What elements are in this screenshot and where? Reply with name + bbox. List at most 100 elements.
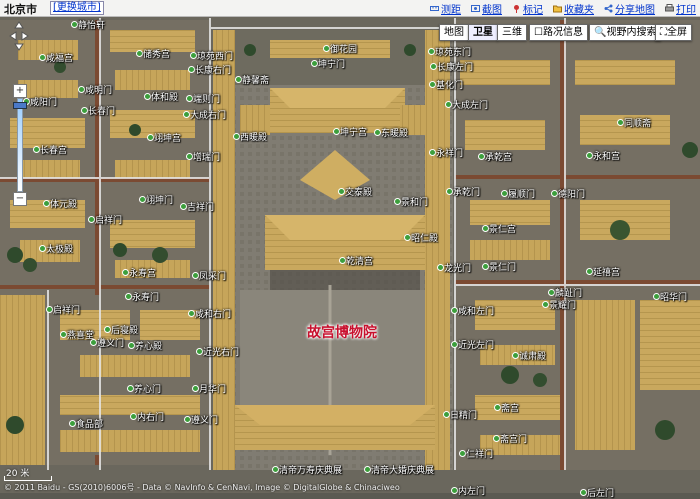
- view-search-button[interactable]: 🔍视野内搜索: [589, 24, 662, 41]
- poi-label[interactable]: 储秀宫: [143, 47, 170, 60]
- poi-label[interactable]: 仁祥门: [466, 447, 493, 460]
- poi-label[interactable]: 长春门: [88, 104, 115, 117]
- poi-label[interactable]: 德阳门: [558, 187, 585, 200]
- pan-up-icon[interactable]: [14, 21, 24, 29]
- zoom-slider-track[interactable]: [17, 98, 23, 192]
- poi-label[interactable]: 内右门: [137, 410, 164, 423]
- screenshot-tool[interactable]: 截图: [471, 1, 502, 16]
- poi-label[interactable]: 承乾门: [453, 185, 480, 198]
- measure-tool[interactable]: 测距: [430, 1, 461, 16]
- poi-label[interactable]: 增瑞门: [193, 150, 220, 163]
- poi-marker-icon[interactable]: [586, 152, 593, 159]
- poi-marker-icon[interactable]: [512, 352, 519, 359]
- poi-marker-icon[interactable]: [482, 225, 489, 232]
- poi-marker-icon[interactable]: [81, 107, 88, 114]
- poi-label[interactable]: 昭华门: [660, 290, 687, 303]
- poi-marker-icon[interactable]: [430, 63, 437, 70]
- poi-marker-icon[interactable]: [139, 196, 146, 203]
- poi-label[interactable]: 斋宫门: [500, 432, 527, 445]
- map-type-map[interactable]: 地图: [439, 24, 469, 41]
- poi-marker-icon[interactable]: [501, 190, 508, 197]
- poi-label[interactable]: 昭仁殿: [411, 231, 438, 244]
- poi-marker-icon[interactable]: [394, 198, 401, 205]
- poi-label[interactable]: 承乾宫: [485, 150, 512, 163]
- poi-marker-icon[interactable]: [186, 95, 193, 102]
- poi-label[interactable]: 长康左门: [437, 60, 473, 73]
- poi-label[interactable]: 咸和左门: [458, 304, 494, 317]
- poi-label[interactable]: 同顺斋: [624, 116, 651, 129]
- poi-marker-icon[interactable]: [122, 269, 129, 276]
- poi-marker-icon[interactable]: [617, 119, 624, 126]
- poi-label[interactable]: 体和殿: [151, 90, 178, 103]
- poi-marker-icon[interactable]: [46, 306, 53, 313]
- poi-label[interactable]: 长春宫: [40, 143, 67, 156]
- poi-marker-icon[interactable]: [586, 268, 593, 275]
- poi-label[interactable]: 坤宁门: [318, 57, 345, 70]
- poi-label[interactable]: 吉祥门: [187, 200, 214, 213]
- poi-label[interactable]: 近光左门: [458, 338, 494, 351]
- poi-label[interactable]: 履顺门: [508, 187, 535, 200]
- poi-label[interactable]: 太极殿: [46, 242, 73, 255]
- map-type-3d[interactable]: 三维: [497, 24, 527, 41]
- zoom-out-button[interactable]: −: [13, 192, 27, 206]
- pan-right-icon[interactable]: [21, 31, 29, 41]
- poi-label[interactable]: 延禧宫: [593, 265, 620, 278]
- mark-tool[interactable]: 标记: [512, 1, 543, 16]
- poi-marker-icon[interactable]: [445, 101, 452, 108]
- poi-marker-icon[interactable]: [542, 301, 549, 308]
- poi-label[interactable]: 乾清宫: [346, 254, 373, 267]
- poi-marker-icon[interactable]: [272, 466, 279, 473]
- poi-label[interactable]: 咸阳门: [30, 95, 57, 108]
- poi-marker-icon[interactable]: [39, 245, 46, 252]
- poi-label[interactable]: 近光右门: [203, 345, 239, 358]
- poi-label[interactable]: 体元殿: [50, 197, 77, 210]
- poi-label[interactable]: 景仁宫: [489, 222, 516, 235]
- poi-marker-icon[interactable]: [451, 341, 458, 348]
- poi-label[interactable]: 翊坤宫: [154, 131, 181, 144]
- poi-marker-icon[interactable]: [494, 404, 501, 411]
- poi-label[interactable]: 食品部: [76, 417, 103, 430]
- poi-label[interactable]: 御花园: [330, 42, 357, 55]
- poi-marker-icon[interactable]: [180, 203, 187, 210]
- poi-marker-icon[interactable]: [451, 307, 458, 314]
- poi-marker-icon[interactable]: [136, 50, 143, 57]
- poi-label[interactable]: 清帝万寿庆典展: [279, 463, 342, 476]
- zoom-in-button[interactable]: +: [13, 84, 27, 98]
- poi-label[interactable]: 静怡轩: [78, 18, 105, 31]
- poi-label[interactable]: 月华门: [199, 382, 226, 395]
- poi-marker-icon[interactable]: [104, 326, 111, 333]
- poi-marker-icon[interactable]: [428, 48, 435, 55]
- poi-label[interactable]: 诚肃殿: [519, 349, 546, 362]
- poi-marker-icon[interactable]: [333, 128, 340, 135]
- poi-label[interactable]: 永和宫: [593, 149, 620, 162]
- poi-marker-icon[interactable]: [429, 149, 436, 156]
- poi-marker-icon[interactable]: [493, 435, 500, 442]
- poi-label[interactable]: 龙光门: [444, 261, 471, 274]
- poi-label[interactable]: 永祥门: [436, 146, 463, 159]
- poi-marker-icon[interactable]: [184, 416, 191, 423]
- palace-museum-label[interactable]: 故宫博物院: [307, 322, 377, 342]
- poi-marker-icon[interactable]: [233, 133, 240, 140]
- poi-label[interactable]: 端则门: [193, 92, 220, 105]
- poi-marker-icon[interactable]: [43, 200, 50, 207]
- poi-marker-icon[interactable]: [183, 111, 190, 118]
- poi-label[interactable]: 咸和右门: [195, 307, 231, 320]
- poi-marker-icon[interactable]: [39, 54, 46, 61]
- poi-marker-icon[interactable]: [188, 310, 195, 317]
- poi-marker-icon[interactable]: [127, 385, 134, 392]
- poi-marker-icon[interactable]: [190, 52, 197, 59]
- poi-label[interactable]: 遵义门: [97, 336, 124, 349]
- poi-marker-icon[interactable]: [33, 146, 40, 153]
- traffic-button[interactable]: ☐路况信息: [529, 24, 588, 41]
- poi-label[interactable]: 琼苑东门: [435, 45, 471, 58]
- pan-control[interactable]: [8, 20, 30, 64]
- poi-marker-icon[interactable]: [78, 86, 85, 93]
- poi-label[interactable]: 咸福宫: [46, 51, 73, 64]
- poi-marker-icon[interactable]: [186, 153, 193, 160]
- poi-marker-icon[interactable]: [311, 60, 318, 67]
- poi-label[interactable]: 日精门: [450, 408, 477, 421]
- print-tool[interactable]: 打印: [665, 1, 696, 16]
- poi-label[interactable]: 景和门: [401, 195, 428, 208]
- poi-label[interactable]: 长康右门: [195, 63, 231, 76]
- poi-marker-icon[interactable]: [69, 420, 76, 427]
